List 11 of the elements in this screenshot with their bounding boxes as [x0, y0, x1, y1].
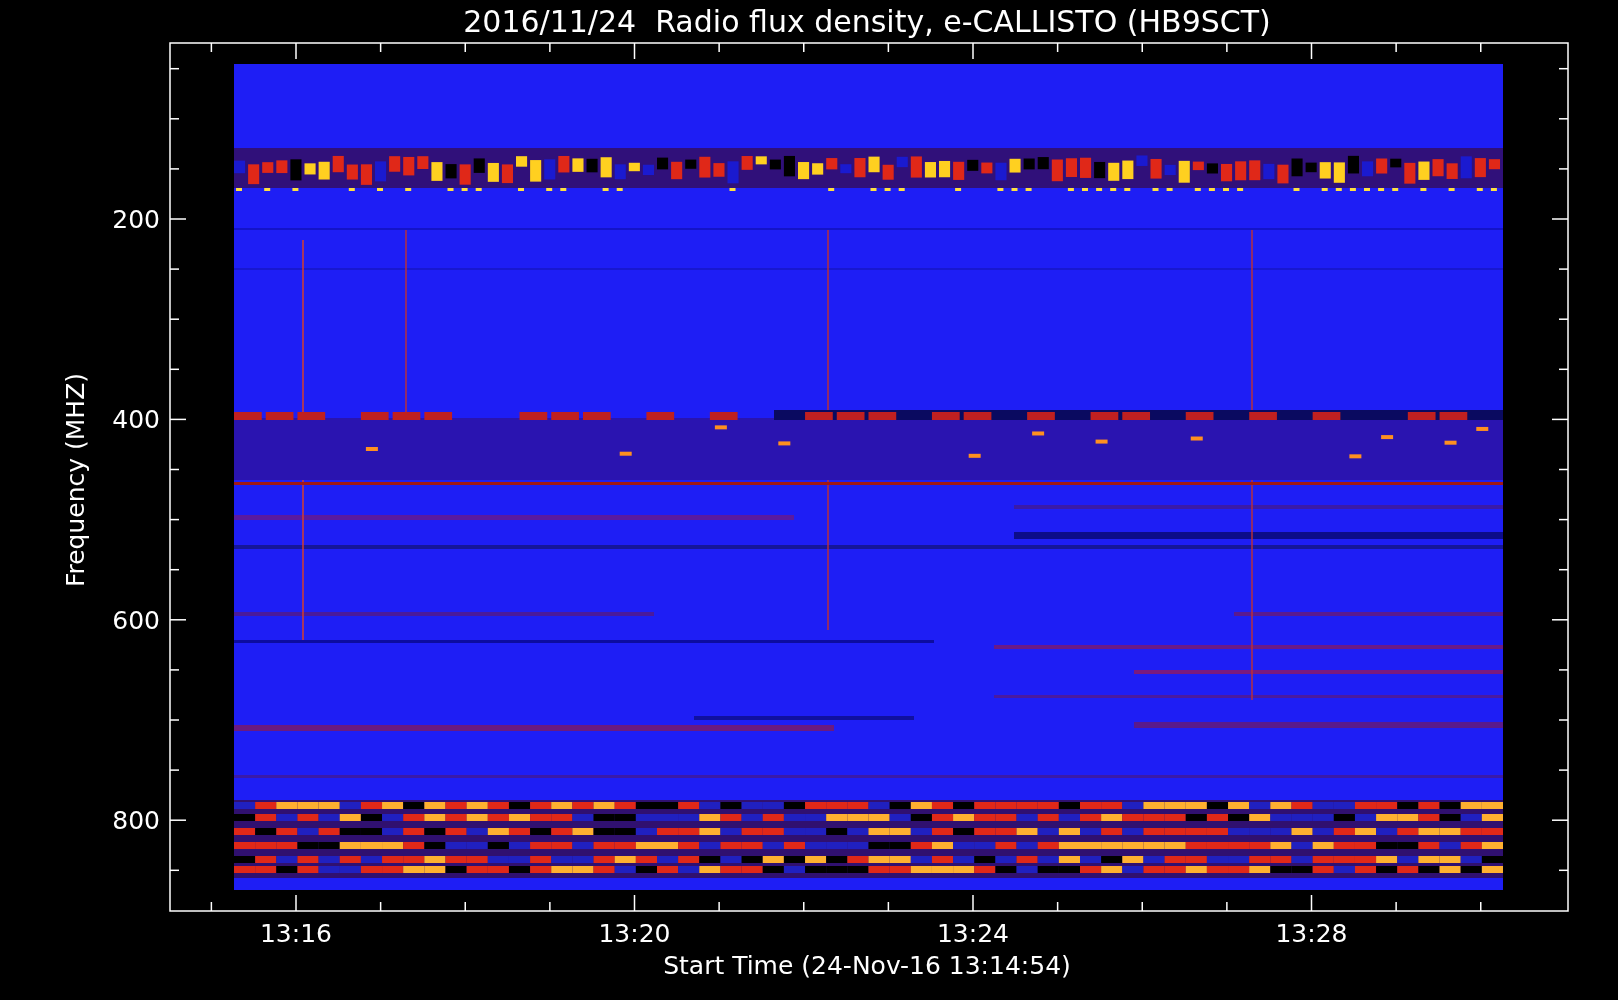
x-tick-label: 13:28 [1275, 919, 1348, 948]
x-tick-label: 13:24 [937, 919, 1009, 948]
y-tick-label: 800 [112, 806, 160, 836]
x-tick-label: 13:20 [598, 919, 671, 948]
y-axis-title: Frequency (MHZ) [61, 372, 90, 588]
y-tick-label: 400 [112, 405, 160, 435]
x-axis-title: Start Time (24-Nov-16 13:14:54) [663, 951, 1071, 980]
y-tick-label: 600 [112, 605, 160, 635]
x-tick-label: 13:16 [260, 919, 332, 948]
chart-title: 2016/11/24 Radio flux density, e-CALLISTO (HB9SCT) [463, 4, 1271, 39]
y-tick-label: 200 [112, 205, 160, 234]
